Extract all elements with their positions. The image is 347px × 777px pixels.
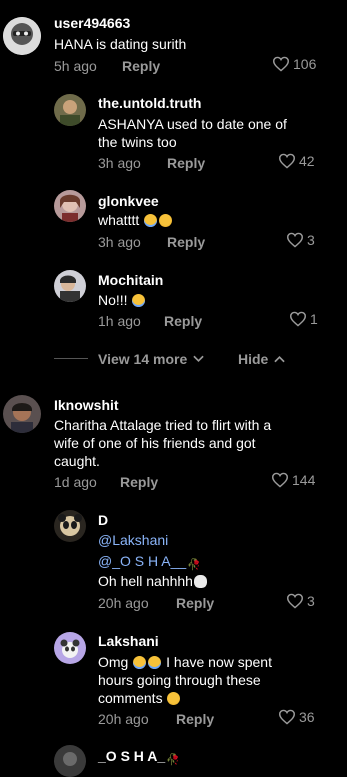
chevron-down-icon (193, 355, 204, 363)
comment-text-line: ASHANYA used to date one of (98, 116, 287, 132)
like-button[interactable]: 144 (271, 472, 315, 488)
comment-text-content: I have now spent (166, 654, 272, 670)
reply-button[interactable]: Reply (164, 313, 202, 329)
comment-text-line: wife of one of his friends and got (54, 435, 256, 451)
crying-face-emoji-icon (133, 656, 147, 669)
comment-text-line: the twins too (98, 134, 177, 150)
like-button[interactable]: 3 (286, 593, 315, 609)
heart-outline-icon (271, 472, 289, 488)
comment-text-content: No!!! (98, 292, 128, 308)
avatar[interactable] (54, 510, 86, 542)
crying-face-emoji-icon (132, 294, 146, 307)
comment-username[interactable]: glonkvee (98, 193, 159, 209)
like-count: 106 (293, 56, 317, 72)
like-count: 3 (307, 593, 315, 609)
comment-username[interactable]: D (98, 512, 108, 528)
laughing-face-emoji-icon (167, 692, 181, 705)
comment-timestamp: 5h ago (54, 58, 97, 74)
user-photo-icon (54, 190, 86, 222)
mention-link[interactable]: @_O S H A__ (98, 553, 186, 569)
reply-button[interactable]: Reply (167, 155, 205, 171)
hide-label: Hide (238, 351, 269, 367)
comment-username[interactable]: Iknowshit (54, 397, 119, 413)
view-more-label: View 14 more (98, 351, 188, 367)
like-button[interactable]: 36 (278, 709, 315, 725)
comment-username[interactable]: _O S H A_🥀 (98, 748, 181, 766)
user-photo-icon (54, 94, 86, 126)
avatar[interactable] (3, 395, 41, 433)
like-button[interactable]: 42 (278, 153, 315, 169)
reply-button[interactable]: Reply (167, 234, 205, 250)
thread-divider (54, 358, 88, 359)
heart-outline-icon (272, 56, 290, 72)
like-button[interactable]: 106 (272, 56, 316, 72)
comment-text-line: hours going through these (98, 672, 261, 688)
like-button[interactable]: 1 (289, 311, 318, 327)
chevron-up-icon (274, 355, 286, 363)
comment-text: whatttt (98, 211, 173, 229)
avatar[interactable] (54, 745, 86, 777)
comment-username[interactable]: Lakshani (98, 633, 159, 649)
comment-timestamp: 1h ago (98, 313, 141, 329)
comment-timestamp: 20h ago (98, 595, 149, 611)
comment-text-content: Oh hell nahhhh (98, 573, 193, 589)
user-photo-icon (54, 270, 86, 302)
comment-text: HANA is dating surith (54, 36, 187, 52)
heart-outline-icon (278, 709, 296, 725)
user-photo-icon (54, 632, 86, 664)
avatar[interactable] (3, 17, 41, 55)
mention-link[interactable]: @Lakshani (98, 531, 168, 549)
avatar[interactable] (54, 94, 86, 126)
like-count: 1 (310, 311, 318, 327)
comment-text-content: Omg (98, 654, 129, 670)
comment-timestamp: 3h ago (98, 234, 141, 250)
crying-face-emoji-icon (144, 214, 158, 227)
comment-text-line: Omg I have now spent (98, 653, 272, 671)
comment-text: No!!! (98, 291, 146, 309)
comment-text-content: comments (98, 690, 163, 706)
avatar[interactable] (54, 190, 86, 222)
comment-timestamp: 20h ago (98, 711, 149, 727)
user-photo-icon (54, 510, 86, 542)
heart-outline-icon (286, 232, 304, 248)
default-avatar-icon (3, 17, 41, 55)
like-button[interactable]: 3 (286, 232, 315, 248)
like-count: 3 (307, 232, 315, 248)
avatar[interactable] (54, 632, 86, 664)
crying-face-emoji-icon (148, 656, 162, 669)
user-photo-icon (54, 745, 86, 777)
comment-username[interactable]: user494663 (54, 15, 130, 31)
avatar[interactable] (54, 270, 86, 302)
comment-username[interactable]: Mochitain (98, 272, 163, 288)
skull-emoji-icon (193, 575, 207, 588)
comment-text: @_O S H A__🥀 (98, 552, 202, 574)
heart-outline-icon (289, 311, 307, 327)
comment-text: Oh hell nahhhh (98, 572, 208, 590)
comment-timestamp: 3h ago (98, 155, 141, 171)
like-count: 42 (299, 153, 315, 169)
comment-text-line: caught. (54, 453, 100, 469)
like-count: 144 (292, 472, 316, 488)
comment-text-line: comments (98, 689, 181, 707)
view-more-replies-button[interactable]: View 14 more (98, 351, 204, 367)
reply-button[interactable]: Reply (176, 595, 214, 611)
like-count: 36 (299, 709, 315, 725)
comment-username[interactable]: the.untold.truth (98, 95, 201, 111)
rose-emoji-icon: 🥀 (166, 754, 180, 766)
heart-outline-icon (278, 153, 296, 169)
comment-text-content: whatttt (98, 212, 140, 228)
laughing-face-emoji-icon (159, 214, 173, 227)
reply-button[interactable]: Reply (176, 711, 214, 727)
heart-outline-icon (286, 593, 304, 609)
comment-text-line: Charitha Attalage tried to flirt with a (54, 417, 272, 433)
hide-replies-button[interactable]: Hide (238, 351, 286, 367)
user-photo-icon (3, 395, 41, 433)
reply-button[interactable]: Reply (120, 474, 158, 490)
reply-button[interactable]: Reply (122, 58, 160, 74)
comment-timestamp: 1d ago (54, 474, 97, 490)
comment-username-text: _O S H A_ (98, 748, 166, 764)
